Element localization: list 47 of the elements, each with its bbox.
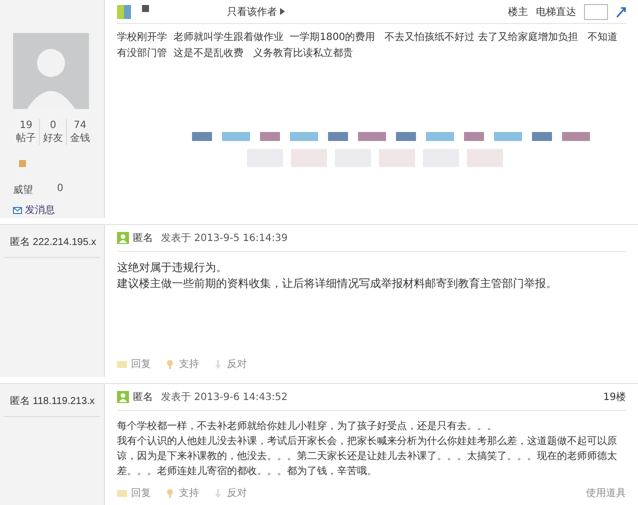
action-link[interactable]: 支持 xyxy=(179,357,199,371)
reputation-label: 威望 xyxy=(13,184,33,197)
image-placeholder xyxy=(467,149,503,167)
floor-jump-input[interactable] xyxy=(584,4,608,20)
post-time: 发表于 2013-9-6 14:43:52 xyxy=(161,390,288,404)
action-link[interactable]: 反对 xyxy=(227,357,247,371)
action-link[interactable]: 反对 xyxy=(227,486,247,500)
action-link[interactable]: 支持 xyxy=(179,486,199,500)
stat-label[interactable]: 金钱 xyxy=(70,132,90,145)
floor-number: 19楼 xyxy=(603,390,626,404)
arrow-down-icon xyxy=(213,360,223,368)
send-message-link[interactable]: 发消息 xyxy=(25,203,55,217)
image-placeholder xyxy=(291,149,327,167)
only-author-link[interactable]: 只看该作者 xyxy=(227,4,277,18)
user-icon xyxy=(117,232,129,244)
user-icon xyxy=(117,391,129,403)
stat-label[interactable]: 好友 xyxy=(43,132,63,145)
post-time: 发表于 2013-9-5 16:14:39 xyxy=(161,232,288,245)
mail-icon xyxy=(13,206,22,214)
pixelated-username-drawing xyxy=(117,4,131,18)
action-link[interactable]: 回复 xyxy=(131,486,151,500)
post-text: 这绝对属于违规行为。 建议楼主做一些前期的资料收集，让后将详细情况写成举报材料邮寄到教育主管部门举报。 xyxy=(117,260,558,292)
medal-icon xyxy=(19,160,26,167)
image-placeholder xyxy=(379,149,415,167)
stat-label[interactable]: 帖子 xyxy=(16,132,36,145)
caret-icon xyxy=(280,8,285,15)
thumbs-up-icon xyxy=(165,488,175,498)
thumbs-up-icon xyxy=(165,360,175,368)
reply-icon xyxy=(117,360,127,368)
arrow-down-icon xyxy=(213,488,223,498)
stat-value: 19 xyxy=(20,119,32,132)
use-tools-link[interactable]: 使用道具 xyxy=(586,486,626,500)
reply-icon xyxy=(117,488,127,498)
user-ip-label: 匿名 222.214.195.x xyxy=(4,225,100,258)
user-ip-label: 匿名 118.119.213.x xyxy=(4,384,100,417)
jump-label: 电梯直达 xyxy=(536,6,576,18)
stat-value: 74 xyxy=(74,119,86,132)
stat-value: 0 xyxy=(50,119,56,132)
author-name: 匿名 xyxy=(133,232,153,245)
action-link[interactable]: 回复 xyxy=(131,357,151,371)
post-text: 每个学校都一样，不去补老师就给你娃儿小鞋穿，为了孩子好受点，还是只有去。。。 我有个认识的人他娃儿没去补课，考试后开家长会，把家长喊来分析为什么你娃娃考那么差，这道题做不起可以原谅，因为是下来补课教的，他没去。。。第二天家长还是让娃儿去补课了。。。太搞笑了。。。现在的老师师德太差。。。老师连娃儿寄宿的都收。。。都为了钱，辛苦哦。 xyxy=(117,420,618,479)
reputation-value: 0 xyxy=(57,183,64,196)
author-name: 匿名 xyxy=(133,391,153,404)
post-text: 学校刚开学 老师就叫学生跟着做作业 一学期1800的费用 不去又怕孩纸不好过 去了又给家庭增加负担 不知道有没部门管 这是不是乱收费 义务教育比读私立都贵 xyxy=(117,30,618,61)
pixelated-mark-drawing xyxy=(142,4,149,12)
arrow-icon xyxy=(616,6,626,18)
floor-label: 楼主 xyxy=(508,6,528,18)
